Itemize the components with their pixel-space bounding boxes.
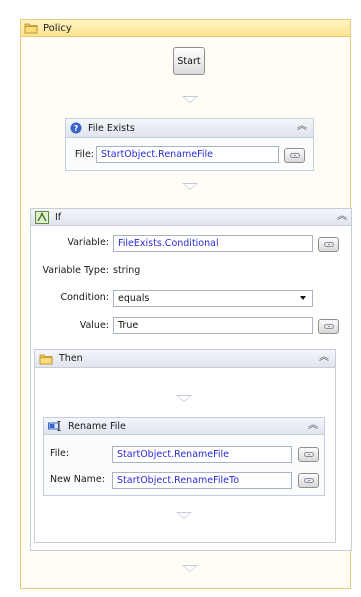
value-label: Value: (79, 320, 109, 331)
value-field[interactable]: True (113, 317, 313, 334)
new-name-label: New Name: (50, 474, 105, 485)
then-title: Then (59, 353, 83, 364)
folder-icon (24, 23, 38, 34)
file-exists-file-field[interactable]: StartObject.RenameFile (96, 146, 279, 163)
condition-select[interactable]: equals (113, 290, 313, 307)
variable-label: Variable: (67, 237, 109, 248)
if-title: If (55, 211, 62, 223)
chain-link-icon (289, 153, 300, 158)
policy-title: Policy (43, 22, 72, 34)
start-button[interactable]: Start (173, 47, 205, 75)
if-header: If ︽ (30, 208, 352, 226)
rename-icon (48, 421, 61, 431)
rename-file-title: Rename File (68, 420, 126, 432)
file-label: File: (74, 149, 94, 160)
collapse-icon[interactable]: ︽ (319, 352, 329, 364)
chain-link-icon (303, 452, 314, 457)
bind-button[interactable] (318, 237, 339, 252)
if-branch-icon (35, 210, 49, 224)
rename-file-file-field[interactable]: StartObject.RenameFile (112, 446, 292, 463)
file-exists-activity[interactable]: ? File Exists ︽ File: StartObject.Rename… (65, 118, 314, 171)
collapse-icon[interactable]: ︽ (308, 420, 318, 432)
variable-field[interactable]: FileExists.Conditional (113, 235, 313, 252)
then-header: Then ︽ (34, 349, 336, 368)
new-name-field[interactable]: StartObject.RenameFileTo (112, 472, 292, 489)
svg-text:?: ? (74, 124, 79, 133)
folder-icon (39, 354, 53, 364)
rename-file-label: File: (50, 448, 70, 459)
flow-arrow-icon (176, 512, 192, 519)
rename-file-header: Rename File ︽ (43, 417, 325, 435)
file-exists-title: File Exists (88, 122, 135, 134)
question-icon: ? (70, 122, 82, 134)
bind-button[interactable] (298, 447, 319, 462)
bind-button[interactable] (318, 319, 339, 334)
flow-arrow-icon (182, 565, 198, 572)
condition-value: equals (118, 293, 150, 304)
bind-button[interactable] (298, 473, 319, 488)
variable-type-value: string (113, 265, 141, 276)
flow-arrow-icon (176, 395, 192, 402)
chain-link-icon (323, 242, 334, 247)
policy-header[interactable]: Policy (20, 19, 351, 37)
chain-link-icon (303, 478, 314, 483)
flow-arrow-icon (182, 96, 198, 103)
chevron-down-icon (300, 296, 306, 300)
bind-button[interactable] (284, 148, 305, 163)
variable-type-label: Variable Type: (42, 265, 109, 276)
file-exists-header: ? File Exists ︽ (66, 119, 313, 138)
chain-link-icon (323, 324, 334, 329)
collapse-icon[interactable]: ︽ (337, 211, 347, 223)
flow-arrow-icon (182, 183, 198, 190)
collapse-icon[interactable]: ︽ (297, 121, 307, 133)
condition-label: Condition: (60, 292, 109, 303)
